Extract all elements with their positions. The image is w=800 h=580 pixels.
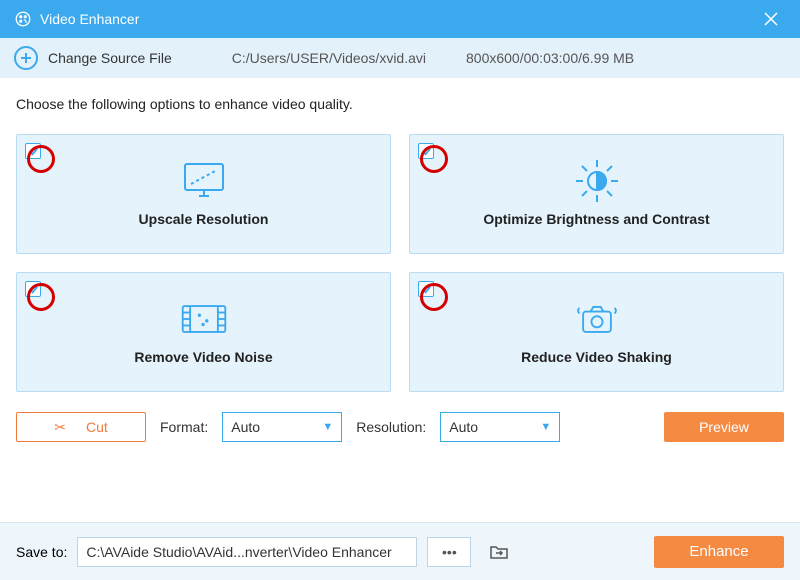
save-to-label: Save to: [16, 544, 67, 560]
source-path: C:/Users/USER/Videos/xvid.avi [232, 50, 426, 66]
card-optimize-brightness[interactable]: Optimize Brightness and Contrast [409, 134, 784, 254]
format-value: Auto [231, 419, 260, 435]
chevron-down-icon: ▼ [322, 421, 333, 433]
palette-icon [14, 10, 32, 28]
source-meta: 800x600/00:03:00/6.99 MB [466, 50, 634, 66]
close-button[interactable] [756, 4, 786, 34]
cut-label: Cut [86, 419, 108, 435]
folder-icon [489, 544, 509, 560]
resolution-label: Resolution: [356, 419, 426, 435]
checkbox-shaking[interactable] [418, 281, 434, 297]
card-label: Remove Video Noise [134, 349, 272, 365]
cut-button[interactable]: ✂ Cut [16, 412, 146, 442]
change-source-button[interactable]: Change Source File [48, 50, 172, 66]
checkbox-brightness[interactable] [418, 143, 434, 159]
monitor-icon [179, 161, 229, 201]
resolution-value: Auto [449, 419, 478, 435]
open-folder-button[interactable] [481, 537, 517, 567]
card-reduce-shaking[interactable]: Reduce Video Shaking [409, 272, 784, 392]
footer-bar: Save to: C:\AVAide Studio\AVAid...nverte… [0, 522, 800, 580]
save-path-field[interactable]: C:\AVAide Studio\AVAid...nverter\Video E… [77, 537, 417, 567]
options-grid: Upscale Resolution Optimize Brightness a… [16, 134, 784, 392]
card-remove-noise[interactable]: Remove Video Noise [16, 272, 391, 392]
card-label: Upscale Resolution [139, 211, 269, 227]
card-label: Optimize Brightness and Contrast [483, 211, 709, 227]
checkbox-upscale[interactable] [25, 143, 41, 159]
main-content: Choose the following options to enhance … [0, 78, 800, 452]
format-select[interactable]: Auto ▼ [222, 412, 342, 442]
instruction-text: Choose the following options to enhance … [16, 96, 784, 112]
enhance-button[interactable]: Enhance [654, 536, 784, 568]
window-title: Video Enhancer [40, 11, 756, 27]
resolution-select[interactable]: Auto ▼ [440, 412, 560, 442]
more-options-button[interactable]: ••• [427, 537, 471, 567]
card-label: Reduce Video Shaking [521, 349, 672, 365]
titlebar: Video Enhancer [0, 0, 800, 38]
ellipsis-icon: ••• [442, 544, 457, 560]
preview-button[interactable]: Preview [664, 412, 784, 442]
add-source-icon[interactable] [14, 46, 38, 70]
checkbox-noise[interactable] [25, 281, 41, 297]
sun-icon [572, 161, 622, 201]
format-label: Format: [160, 419, 208, 435]
source-bar: Change Source File C:/Users/USER/Videos/… [0, 38, 800, 78]
scissors-icon: ✂ [54, 419, 66, 436]
controls-row: ✂ Cut Format: Auto ▼ Resolution: Auto ▼ … [16, 412, 784, 442]
film-icon [179, 299, 229, 339]
camera-shake-icon [572, 299, 622, 339]
chevron-down-icon: ▼ [540, 421, 551, 433]
card-upscale-resolution[interactable]: Upscale Resolution [16, 134, 391, 254]
